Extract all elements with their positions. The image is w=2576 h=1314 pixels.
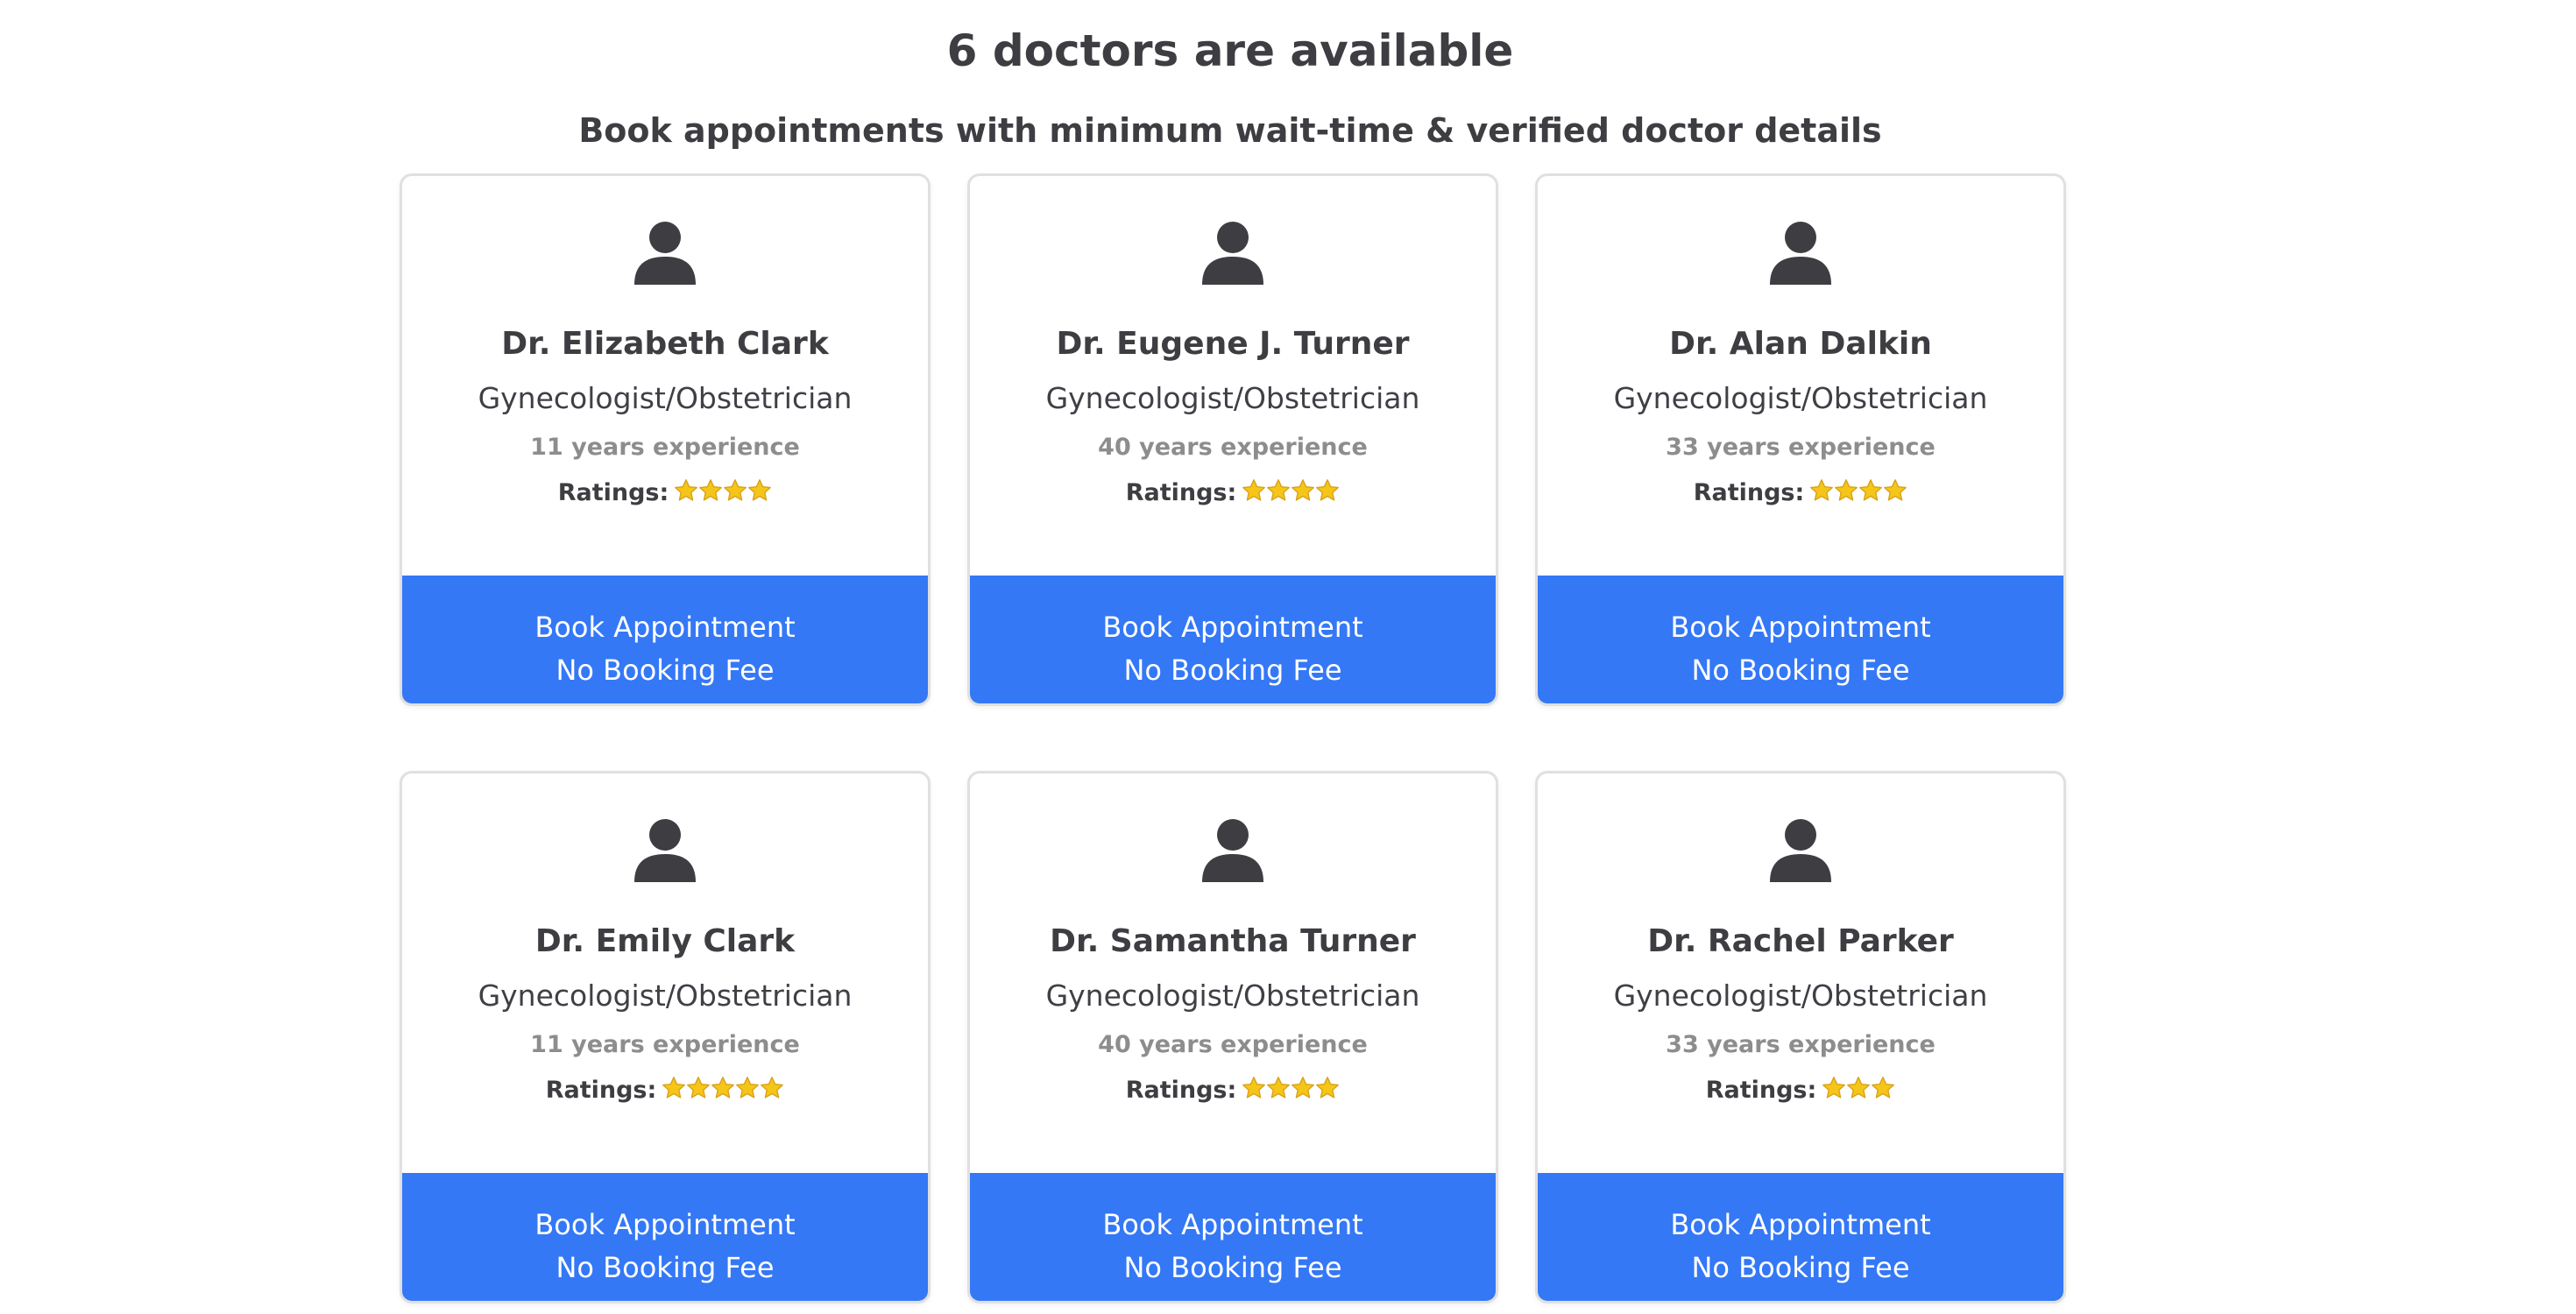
doctor-card: Dr. Emily Clark Gynecologist/Obstetricia…: [400, 771, 931, 1303]
star-icon: [1315, 478, 1340, 503]
star-icon: [698, 478, 723, 503]
doctor-specialty: Gynecologist/Obstetrician: [1045, 978, 1420, 1013]
doctor-experience: 33 years experience: [1666, 1031, 1936, 1058]
available-count-heading: 6 doctors are available: [946, 25, 1514, 76]
star-rating: [674, 478, 772, 513]
doctor-rating: Ratings:: [1538, 1073, 2063, 1111]
doctor-experience: 40 years experience: [1098, 1031, 1368, 1058]
doctor-experience: 11 years experience: [530, 434, 800, 461]
doctor-name: Dr. Emily Clark: [534, 923, 796, 959]
star-icon: [686, 1076, 711, 1100]
star-icon: [1883, 478, 1907, 503]
star-rating: [662, 1076, 784, 1111]
doctor-card: Dr. Alan Dalkin Gynecologist/Obstetricia…: [1535, 173, 2066, 706]
book-appointment-label: Book Appointment: [1102, 611, 1363, 644]
star-rating: [1242, 1076, 1340, 1111]
star-rating: [1809, 478, 1907, 513]
star-icon: [1266, 1076, 1291, 1100]
book-appointment-button[interactable]: Book Appointment No Booking Fee: [402, 1173, 928, 1301]
star-icon: [1291, 1076, 1315, 1100]
doctor-specialty: Gynecologist/Obstetrician: [1613, 381, 1988, 415]
doctor-card: Dr. Eugene J. Turner Gynecologist/Obstet…: [967, 173, 1498, 706]
book-appointment-label: Book Appointment: [1670, 1208, 1931, 1241]
star-icon: [760, 1076, 784, 1100]
doctor-rating: Ratings:: [1538, 476, 2063, 513]
book-appointment-label: Book Appointment: [534, 611, 796, 644]
page-subtitle: Book appointments with minimum wait-time…: [578, 111, 1882, 150]
doctor-rating: Ratings:: [402, 1073, 928, 1111]
star-icon: [674, 478, 698, 503]
doctor-list: Dr. Elizabeth Clark Gynecologist/Obstetr…: [400, 173, 2066, 1303]
user-icon: [633, 817, 697, 882]
doctor-card: Dr. Elizabeth Clark Gynecologist/Obstetr…: [400, 173, 931, 706]
star-icon: [1315, 1076, 1340, 1100]
doctor-experience: 33 years experience: [1666, 434, 1936, 461]
book-appointment-label: Book Appointment: [534, 1208, 796, 1241]
star-icon: [1291, 478, 1315, 503]
book-appointment-label: Book Appointment: [1102, 1208, 1363, 1241]
book-appointment-button[interactable]: Book Appointment No Booking Fee: [402, 576, 928, 703]
star-icon: [1242, 1076, 1266, 1100]
book-appointment-button[interactable]: Book Appointment No Booking Fee: [1538, 576, 2063, 703]
booking-fee-label: No Booking Fee: [1123, 653, 1342, 687]
booking-fee-label: No Booking Fee: [1691, 653, 1910, 687]
book-appointment-button[interactable]: Book Appointment No Booking Fee: [970, 576, 1496, 703]
doctor-card: Dr. Rachel Parker Gynecologist/Obstetric…: [1535, 771, 2066, 1303]
booking-fee-label: No Booking Fee: [1691, 1251, 1910, 1284]
star-icon: [723, 478, 747, 503]
star-icon: [1242, 478, 1266, 503]
ratings-label: Ratings:: [1125, 1077, 1237, 1104]
doctor-name: Dr. Samantha Turner: [1050, 923, 1416, 959]
user-icon: [633, 220, 697, 285]
star-icon: [1834, 478, 1858, 503]
star-rating: [1822, 1076, 1895, 1111]
user-icon: [1768, 817, 1833, 882]
doctor-rating: Ratings:: [970, 476, 1496, 513]
user-icon: [1768, 220, 1833, 285]
doctor-rating: Ratings:: [402, 476, 928, 513]
user-icon: [1200, 817, 1265, 882]
doctor-specialty: Gynecologist/Obstetrician: [1045, 381, 1420, 415]
ratings-label: Ratings:: [557, 479, 669, 506]
ratings-label: Ratings:: [545, 1077, 657, 1104]
booking-fee-label: No Booking Fee: [556, 653, 775, 687]
ratings-label: Ratings:: [1705, 1077, 1817, 1104]
star-icon: [662, 1076, 686, 1100]
doctor-rating: Ratings:: [970, 1073, 1496, 1111]
star-icon: [1822, 1076, 1846, 1100]
doctor-name: Dr. Eugene J. Turner: [1056, 326, 1410, 362]
doctor-specialty: Gynecologist/Obstetrician: [478, 381, 853, 415]
user-icon: [1200, 220, 1265, 285]
doctor-specialty: Gynecologist/Obstetrician: [478, 978, 853, 1013]
book-appointment-label: Book Appointment: [1670, 611, 1931, 644]
star-rating: [1242, 478, 1340, 513]
doctor-name: Dr. Elizabeth Clark: [501, 326, 829, 362]
ratings-label: Ratings:: [1125, 479, 1237, 506]
star-icon: [1846, 1076, 1871, 1100]
star-icon: [1871, 1076, 1895, 1100]
book-appointment-button[interactable]: Book Appointment No Booking Fee: [970, 1173, 1496, 1301]
doctor-name: Dr. Rachel Parker: [1647, 923, 1954, 959]
star-icon: [747, 478, 772, 503]
star-icon: [735, 1076, 760, 1100]
star-icon: [1809, 478, 1834, 503]
doctor-specialty: Gynecologist/Obstetrician: [1613, 978, 1988, 1013]
doctor-card: Dr. Samantha Turner Gynecologist/Obstetr…: [967, 771, 1498, 1303]
doctor-experience: 11 years experience: [530, 1031, 800, 1058]
doctor-experience: 40 years experience: [1098, 434, 1368, 461]
booking-fee-label: No Booking Fee: [1123, 1251, 1342, 1284]
star-icon: [711, 1076, 735, 1100]
ratings-label: Ratings:: [1693, 479, 1805, 506]
book-appointment-button[interactable]: Book Appointment No Booking Fee: [1538, 1173, 2063, 1301]
star-icon: [1266, 478, 1291, 503]
star-icon: [1858, 478, 1883, 503]
booking-fee-label: No Booking Fee: [556, 1251, 775, 1284]
doctor-name: Dr. Alan Dalkin: [1669, 326, 1932, 362]
